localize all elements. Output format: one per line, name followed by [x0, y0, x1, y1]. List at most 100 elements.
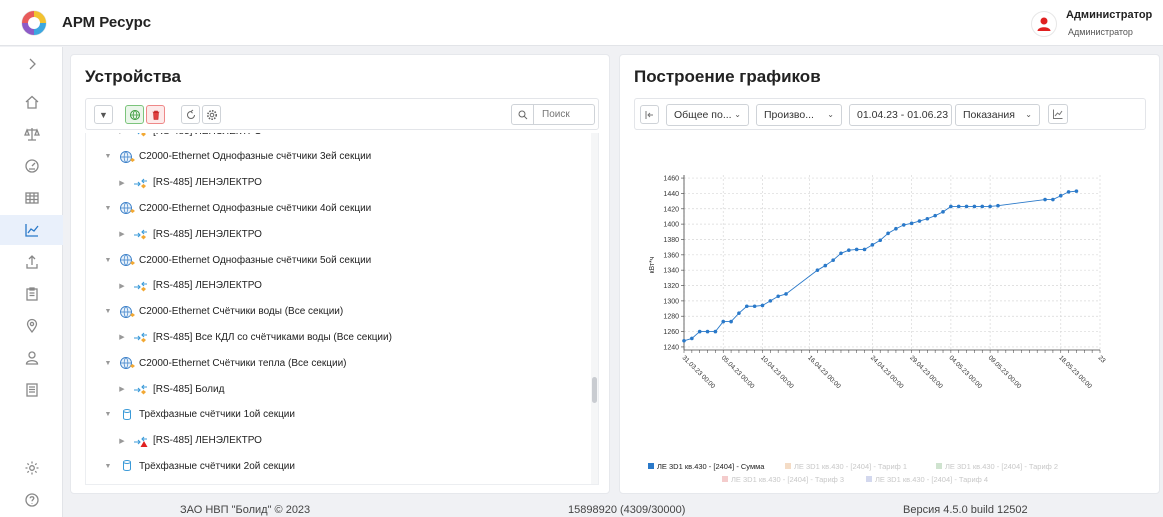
caret-right-icon[interactable]: ▶	[116, 179, 128, 187]
tree-scrollbar[interactable]	[591, 133, 598, 484]
data-point[interactable]	[996, 203, 1000, 208]
tree-row[interactable]: ▶ [RS-485] ЛЕНЭЛЕКТРО	[116, 274, 262, 298]
data-point[interactable]	[729, 319, 733, 324]
data-point[interactable]	[1051, 197, 1055, 202]
legend-item[interactable]: ЛЕ 3D1 кв.430 - [2404] - Тариф 2	[945, 462, 1058, 471]
tree-row[interactable]: ▶ [RS-485] ЛЕНЭЛЕКТРО	[116, 222, 262, 246]
data-point[interactable]	[901, 223, 906, 227]
tree-row[interactable]: ▶ [RS-485] Все КДЛ со счётчиками воды (Вс…	[116, 325, 392, 349]
caret-right-icon[interactable]: ▶	[116, 333, 128, 341]
tree-row[interactable]: ▼ С2000-Ethernet Счётчики воды (Все секци…	[102, 300, 343, 324]
data-point[interactable]	[744, 304, 749, 309]
data-point[interactable]	[713, 329, 718, 334]
legend-swatch[interactable]	[936, 463, 942, 469]
data-point[interactable]	[941, 210, 945, 214]
tree-row[interactable]: ▶ [RS-485] ЛЕНЭЛЕКТРО	[116, 133, 262, 143]
data-point[interactable]	[862, 247, 867, 252]
data-point[interactable]	[705, 329, 710, 334]
collapse-left-button[interactable]	[640, 105, 659, 124]
data-point[interactable]	[721, 319, 726, 324]
app-logo[interactable]	[21, 10, 47, 36]
build-chart-button[interactable]	[1048, 104, 1068, 124]
legend-swatch[interactable]	[866, 476, 872, 482]
data-point[interactable]	[878, 238, 883, 243]
sidebar-item-export[interactable]	[0, 247, 63, 277]
tree-row[interactable]: ▶ [RS-485] Болид	[116, 377, 224, 401]
legend-item[interactable]: ЛЕ 3D1 кв.430 - [2404] - Тариф 3	[731, 475, 844, 484]
user-name[interactable]: Администратор	[1066, 9, 1152, 21]
caret-down-icon[interactable]: ▼	[102, 205, 114, 212]
data-point[interactable]	[956, 204, 961, 209]
caret-right-icon[interactable]: ▶	[116, 385, 128, 393]
data-point[interactable]	[894, 226, 898, 231]
tree-row[interactable]: ▶ [RS-485] ЛЕНЭЛЕКТРО	[116, 429, 262, 453]
user-avatar[interactable]	[1031, 11, 1057, 37]
data-point[interactable]	[815, 268, 820, 272]
sidebar-item-home[interactable]	[0, 87, 63, 117]
legend-item[interactable]: ЛЕ 3D1 кв.430 - [2404] - Сумма	[657, 462, 765, 471]
group-select[interactable]: Общее по... ⌄	[666, 104, 749, 126]
mode-select[interactable]: Показания ⌄	[955, 104, 1040, 126]
caret-down-icon[interactable]: ▼	[102, 463, 114, 470]
data-point[interactable]	[768, 299, 773, 303]
caret-down-icon[interactable]: ▼	[102, 360, 114, 367]
sidebar-item-gauge[interactable]	[0, 151, 63, 181]
legend-swatch[interactable]	[722, 476, 728, 482]
data-point[interactable]	[988, 204, 992, 209]
caret-right-icon[interactable]: ▶	[116, 230, 128, 238]
data-point[interactable]	[737, 311, 741, 315]
sidebar-expand-button[interactable]	[0, 49, 63, 79]
date-range-picker[interactable]: 01.04.23 - 01.06.23	[849, 104, 952, 126]
legend-item[interactable]: ЛЕ 3D1 кв.430 - [2404] - Тариф 4	[875, 475, 988, 484]
data-point[interactable]	[690, 336, 694, 341]
sidebar-item-balance[interactable]	[0, 119, 63, 149]
data-point[interactable]	[760, 303, 765, 308]
data-point[interactable]	[682, 338, 686, 343]
search-button[interactable]	[512, 105, 534, 124]
data-point[interactable]	[886, 231, 890, 236]
search-input[interactable]	[534, 109, 592, 120]
caret-right-icon[interactable]: ▶	[116, 282, 128, 290]
refresh-button[interactable]	[181, 105, 200, 124]
data-point[interactable]	[870, 243, 875, 247]
sidebar-item-table[interactable]	[0, 183, 63, 213]
tree-row[interactable]: ▼ Трёхфазные счётчики 2ой секции	[102, 454, 295, 478]
legend-item[interactable]: ЛЕ 3D1 кв.430 - [2404] - Тариф 1	[794, 462, 907, 471]
caret-down-icon[interactable]: ▼	[102, 153, 114, 160]
data-point[interactable]	[823, 263, 828, 268]
delete-button[interactable]	[146, 105, 165, 124]
tree-row[interactable]: ▼ Трёхфазные счётчики 1ой секции	[102, 403, 295, 427]
data-point[interactable]	[839, 251, 843, 256]
data-point[interactable]	[909, 221, 914, 226]
sidebar-item-help[interactable]	[0, 485, 63, 515]
tree-row[interactable]: ▼ С2000-Ethernet Счётчики тепла (Все секц…	[102, 351, 347, 375]
caret-down-icon[interactable]: ▼	[102, 257, 114, 264]
caret-down-icon[interactable]: ▼	[102, 308, 114, 315]
caret-right-icon[interactable]: ▶	[116, 437, 128, 445]
legend-swatch[interactable]	[648, 463, 654, 469]
data-point[interactable]	[1074, 189, 1079, 193]
sidebar-item-settings[interactable]	[0, 453, 63, 483]
settings-button[interactable]	[202, 105, 221, 124]
data-point[interactable]	[831, 258, 835, 262]
tree-row[interactable]: ▼ С2000-Ethernet Однофазные счётчики 4ой …	[102, 196, 371, 220]
data-point[interactable]	[697, 329, 702, 334]
sidebar-item-map[interactable]	[0, 311, 63, 341]
caret-down-icon[interactable]: ▼	[102, 411, 114, 418]
data-point[interactable]	[949, 204, 953, 209]
legend-swatch[interactable]	[785, 463, 791, 469]
tree-row[interactable]: ▼ С2000-Ethernet Однофазные счётчики 3ей …	[102, 145, 371, 169]
sidebar-item-documents[interactable]	[0, 375, 63, 405]
tree-row[interactable]: ▼ С2000-Ethernet Однофазные счётчики 5ой …	[102, 248, 371, 272]
data-point[interactable]	[1043, 197, 1047, 202]
data-point[interactable]	[980, 204, 985, 209]
data-point[interactable]	[1066, 190, 1071, 194]
caret-right-icon[interactable]: ▶	[116, 133, 128, 135]
data-point[interactable]	[933, 213, 937, 218]
data-point[interactable]	[972, 204, 977, 209]
data-point[interactable]	[776, 294, 780, 299]
collapse-dropdown-button[interactable]: ▼	[94, 105, 113, 124]
sidebar-item-reports[interactable]	[0, 279, 63, 309]
sidebar-item-charts[interactable]	[0, 215, 63, 245]
data-point[interactable]	[854, 247, 859, 252]
